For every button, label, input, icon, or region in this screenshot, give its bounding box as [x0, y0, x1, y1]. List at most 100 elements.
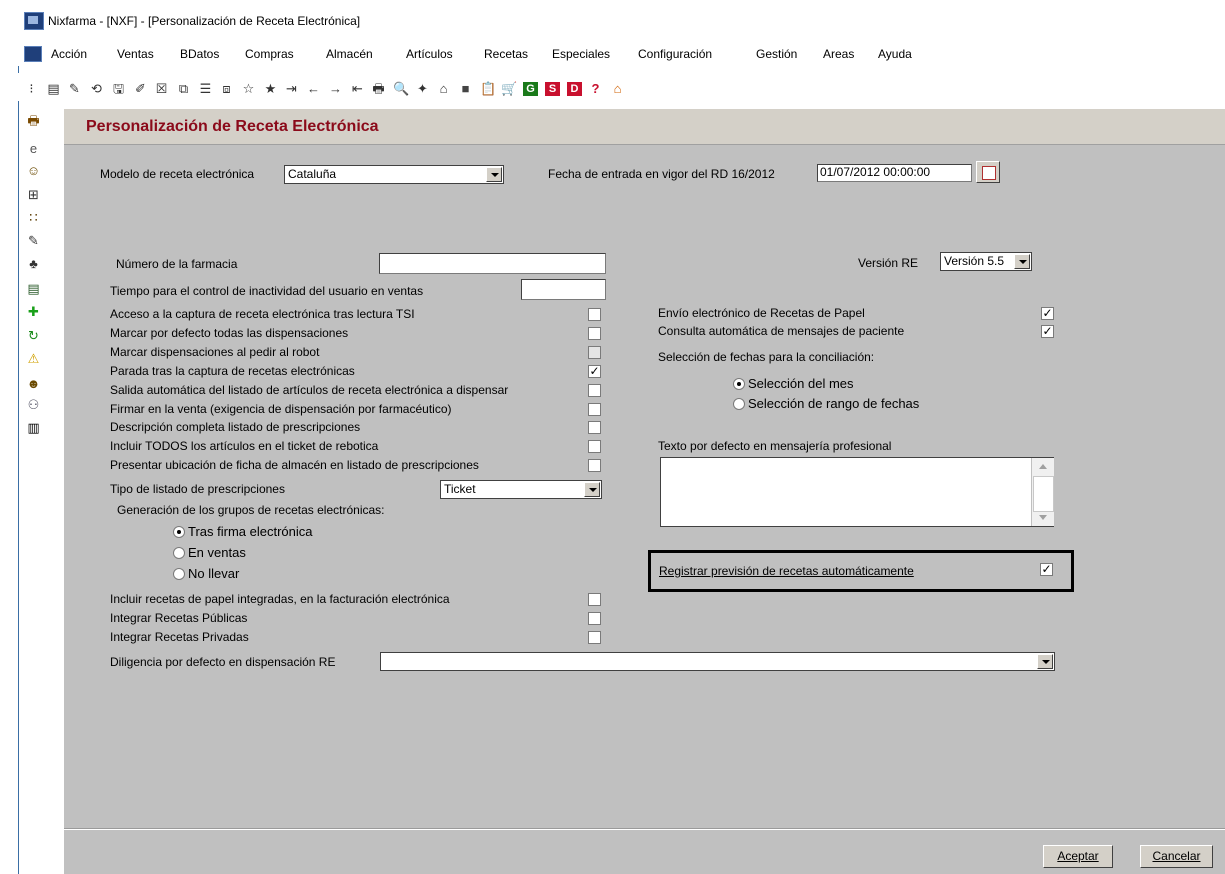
- printer-icon[interactable]: 🖶: [26, 113, 41, 128]
- aceptar-button[interactable]: Aceptar: [1043, 845, 1113, 868]
- exit-icon[interactable]: ⇥: [284, 82, 299, 96]
- check-left-label-2: Marcar dispensaciones al pedir al robot: [110, 345, 320, 359]
- seleccion-radio-1[interactable]: [733, 398, 745, 410]
- scroll-up-icon[interactable]: [1039, 464, 1047, 469]
- calendar-icon[interactable]: [976, 161, 1000, 183]
- save-icon[interactable]: 🖫: [111, 82, 126, 96]
- menu-accion[interactable]: Acción: [51, 47, 87, 61]
- g-icon[interactable]: G: [523, 82, 538, 96]
- menu-configuracion[interactable]: Configuración: [638, 47, 712, 61]
- notes-icon[interactable]: ▤: [46, 82, 61, 96]
- generacion-radio-0[interactable]: [173, 526, 185, 538]
- eye-icon[interactable]: e: [26, 141, 41, 156]
- edit2-icon[interactable]: ✐: [133, 82, 148, 96]
- menu-especiales[interactable]: Especiales: [552, 47, 610, 61]
- import-icon[interactable]: ⇤: [350, 82, 365, 96]
- stop-icon[interactable]: ■: [458, 82, 473, 96]
- check-left-checkbox-4[interactable]: [588, 384, 601, 397]
- fecha-input[interactable]: 01/07/2012 00:00:00: [817, 164, 972, 182]
- d-icon[interactable]: D: [567, 82, 582, 96]
- check-bottom-checkbox-1[interactable]: [588, 612, 601, 625]
- registrar-label: Registrar previsión de recetas automátic…: [659, 564, 914, 578]
- check-left-checkbox-7[interactable]: [588, 440, 601, 453]
- arrow-left-icon[interactable]: ←: [306, 82, 321, 96]
- check-left-checkbox-5[interactable]: [588, 403, 601, 416]
- chevron-down-icon[interactable]: [486, 167, 502, 182]
- system-menu-icon[interactable]: [24, 46, 42, 62]
- check-left-checkbox-0[interactable]: [588, 308, 601, 321]
- generacion-radio-1[interactable]: [173, 547, 185, 559]
- plus-icon[interactable]: ✚: [26, 304, 41, 319]
- filter-icon[interactable]: ⧉: [176, 82, 191, 96]
- user-icon[interactable]: ☻: [26, 376, 41, 391]
- check-right-checkbox-1[interactable]: ✓: [1041, 325, 1054, 338]
- menu-recetas[interactable]: Recetas: [484, 47, 528, 61]
- magic-icon[interactable]: ✦: [415, 82, 430, 96]
- registrar-checkbox[interactable]: ✓: [1040, 563, 1053, 576]
- seleccion-radio-0[interactable]: [733, 378, 745, 390]
- home-red-icon[interactable]: ⌂: [610, 82, 625, 96]
- check-right-label-0: Envío electrónico de Recetas de Papel: [658, 306, 865, 320]
- numero-farmacia-input[interactable]: [379, 253, 606, 274]
- scrollbar[interactable]: [1031, 458, 1054, 526]
- edit-icon[interactable]: ✎: [67, 82, 82, 96]
- scroll-thumb[interactable]: [1033, 476, 1054, 512]
- menu-ventas[interactable]: Ventas: [117, 47, 154, 61]
- s-icon[interactable]: S: [545, 82, 560, 96]
- menu-ayuda[interactable]: Ayuda: [878, 47, 912, 61]
- check-left-checkbox-2[interactable]: [588, 346, 601, 359]
- refresh-icon[interactable]: ↻: [26, 328, 41, 343]
- check-left-checkbox-1[interactable]: [588, 327, 601, 340]
- check-bottom-checkbox-0[interactable]: [588, 593, 601, 606]
- cart-icon[interactable]: ⊞: [26, 187, 41, 202]
- people-icon[interactable]: ♣: [26, 256, 41, 271]
- check-left-checkbox-8[interactable]: [588, 459, 601, 472]
- chevron-down-icon[interactable]: [1014, 254, 1030, 269]
- warning-icon[interactable]: ⚠: [26, 351, 41, 366]
- clipboard-icon[interactable]: 📋: [480, 82, 496, 96]
- pills-icon[interactable]: ∷: [26, 210, 41, 225]
- scroll-down-icon[interactable]: [1039, 515, 1047, 520]
- check-left-label-0: Acceso a la captura de receta electrónic…: [110, 307, 415, 321]
- copy-icon[interactable]: ⧈: [219, 82, 234, 96]
- diligencia-select[interactable]: [380, 652, 1055, 671]
- menu-gestion[interactable]: Gestión: [756, 47, 797, 61]
- check-left-checkbox-3[interactable]: ✓: [588, 365, 601, 378]
- cart-icon[interactable]: 🛒: [501, 82, 517, 96]
- menu-articulos[interactable]: Artículos: [406, 47, 453, 61]
- check-bottom-checkbox-2[interactable]: [588, 631, 601, 644]
- check-left-label-7: Incluir TODOS los artículos en el ticket…: [110, 439, 379, 453]
- menu-areas[interactable]: Areas: [823, 47, 854, 61]
- modelo-select[interactable]: Cataluña: [284, 165, 504, 184]
- syringe-icon[interactable]: ✎: [26, 233, 41, 248]
- star-icon[interactable]: ★: [263, 82, 278, 96]
- menu-bdatos[interactable]: BDatos: [180, 47, 219, 61]
- tipo-listado-select[interactable]: Ticket: [440, 480, 602, 499]
- chevron-down-icon[interactable]: [584, 482, 600, 497]
- arrow-right-icon[interactable]: →: [328, 82, 343, 96]
- cycle-icon[interactable]: ⟲: [89, 82, 104, 96]
- menu-almacen[interactable]: Almacén: [326, 47, 373, 61]
- list-icon[interactable]: ☰: [198, 82, 213, 96]
- zoom-icon[interactable]: 🔍: [393, 82, 409, 96]
- menu-compras[interactable]: Compras: [245, 47, 294, 61]
- version-select[interactable]: Versión 5.5: [940, 252, 1032, 271]
- group-icon[interactable]: ⚇: [26, 397, 41, 412]
- generacion-radio-2[interactable]: [173, 568, 185, 580]
- check-left-checkbox-6[interactable]: [588, 421, 601, 434]
- chevron-down-icon[interactable]: [1037, 654, 1053, 669]
- texto-textarea[interactable]: [660, 457, 1054, 527]
- star-outline-icon[interactable]: ☆: [241, 82, 256, 96]
- printer-icon[interactable]: 🖶: [371, 82, 386, 96]
- barcode-icon[interactable]: ▥: [26, 420, 41, 435]
- delete-icon[interactable]: ☒: [154, 82, 169, 96]
- generacion-label-1: En ventas: [188, 545, 246, 560]
- help-icon[interactable]: ?: [588, 82, 603, 96]
- tiempo-input[interactable]: [521, 279, 606, 300]
- register-icon[interactable]: ▤: [26, 281, 41, 296]
- grip-icon[interactable]: ⁝: [24, 82, 39, 96]
- check-right-checkbox-0[interactable]: ✓: [1041, 307, 1054, 320]
- cancelar-button[interactable]: Cancelar: [1140, 845, 1213, 868]
- home-icon[interactable]: ⌂: [436, 82, 451, 96]
- person-icon[interactable]: ☺: [26, 163, 41, 178]
